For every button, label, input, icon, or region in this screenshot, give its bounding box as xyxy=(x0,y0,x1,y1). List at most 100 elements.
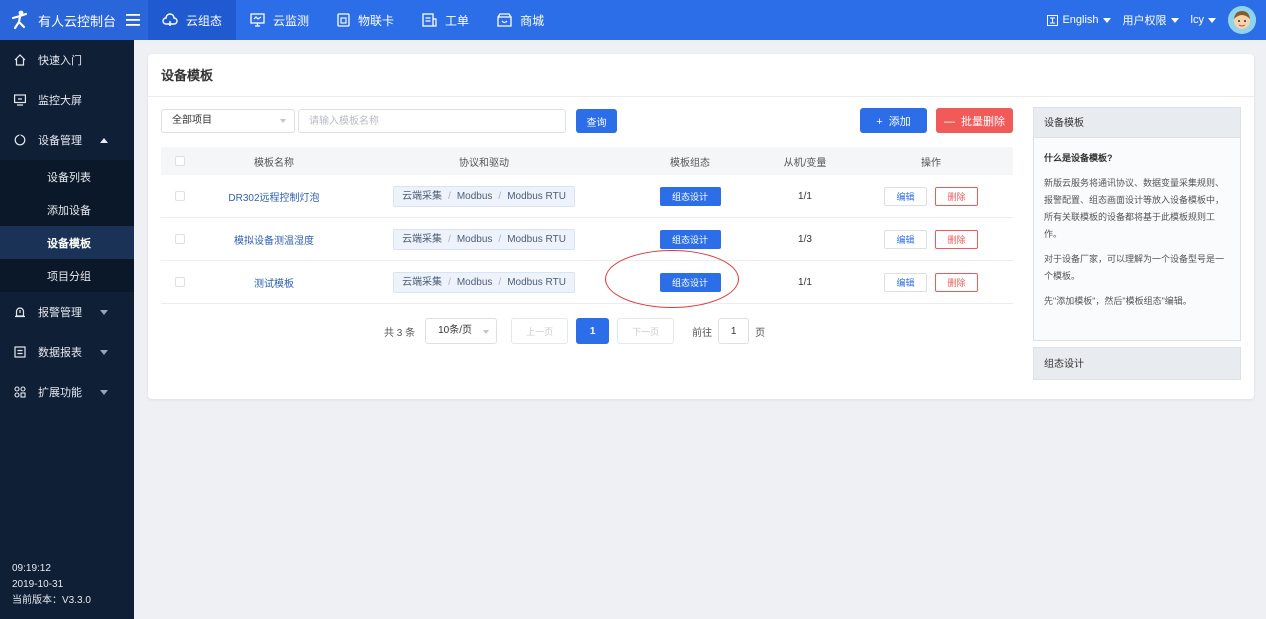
add-template-button[interactable]: + 添加 xyxy=(860,108,927,133)
top-bar: 有人云控制台 云组态 云监测 物联卡 工单 商城 English 用户权限 lc… xyxy=(0,0,1266,40)
edit-button[interactable]: 编辑 xyxy=(884,229,927,249)
sidebar-sub-label: 添加设备 xyxy=(47,204,91,217)
total-count: 共 3 条 xyxy=(384,327,416,339)
report-icon xyxy=(14,346,26,358)
extension-icon xyxy=(14,386,26,398)
sidebar-item-extensions[interactable]: 扩展功能 xyxy=(0,372,134,412)
design-button[interactable]: 组态设计 xyxy=(659,186,721,206)
chevron-down-icon xyxy=(100,349,108,355)
table-header: 模板名称 协议和驱动 模板组态 从机/变量 操作 xyxy=(161,147,1013,175)
template-table: 模板名称 协议和驱动 模板组态 从机/变量 操作 DR302远程控制灯泡 云端采… xyxy=(161,147,1013,308)
current-page-button[interactable]: 1 xyxy=(576,318,610,344)
row-checkbox[interactable] xyxy=(175,191,185,201)
sidebar-sub-label: 项目分组 xyxy=(47,270,91,283)
table-row: 测试模板 云端采集 / Modbus / Modbus RTU 组态设计 1/1 编辑删… xyxy=(161,261,1013,304)
template-name-link[interactable]: 测试模板 xyxy=(254,279,294,290)
sidebar-sub-device-template[interactable]: 设备模板 xyxy=(0,226,134,259)
sim-card-icon xyxy=(337,13,350,27)
help-question: 什么是设备模板? xyxy=(1044,153,1113,163)
brand-title: 有人云控制台 xyxy=(38,13,117,29)
select-all-checkbox[interactable] xyxy=(175,156,185,166)
version-label: 当前版本：V3.3.0 xyxy=(12,595,91,606)
protocol-part: Modbus xyxy=(456,190,493,202)
slave-variable-count: 1/3 xyxy=(798,233,812,245)
permissions-menu[interactable]: 用户权限 xyxy=(1123,12,1179,28)
slave-variable-count: 1/1 xyxy=(798,190,812,202)
sidebar-sub-project-group[interactable]: 项目分组 xyxy=(0,259,134,292)
brand[interactable]: 有人云控制台 xyxy=(0,0,148,40)
chevron-down-icon xyxy=(100,389,108,395)
help-title[interactable]: 设备模板 xyxy=(1033,107,1241,138)
nav-label: 商城 xyxy=(520,13,545,28)
nav-iot-card[interactable]: 物联卡 xyxy=(323,0,408,40)
help-content: 什么是设备模板? 新版云服务将通讯协议、数据变量采集规则、报警配置、组态画面设计… xyxy=(1033,138,1241,341)
current-time: 09:19:12 xyxy=(12,563,51,574)
menu-icon[interactable] xyxy=(126,14,141,26)
design-button[interactable]: 组态设计 xyxy=(659,229,721,249)
goto-page-input[interactable] xyxy=(718,318,750,344)
prev-page-button[interactable]: 上一页 xyxy=(511,318,569,344)
nav-label: 云组态 xyxy=(186,13,223,28)
delete-button[interactable]: 删除 xyxy=(935,272,978,292)
sidebar-footer: 09:19:12 2019-10-31 当前版本：V3.3.0 xyxy=(12,561,91,609)
sidebar-sub-label: 设备列表 xyxy=(47,171,91,184)
next-page-button[interactable]: 下一页 xyxy=(617,318,675,344)
help-design-section[interactable]: 组态设计 xyxy=(1033,347,1241,380)
sidebar-sub-add-device[interactable]: 添加设备 xyxy=(0,193,134,226)
header-template-name: 模板名称 xyxy=(254,157,294,169)
monitor-icon xyxy=(250,13,265,27)
protocol-part: Modbus RTU xyxy=(507,190,566,202)
edit-button[interactable]: 编辑 xyxy=(884,186,927,206)
nav-cloud-config[interactable]: 云组态 xyxy=(148,0,237,40)
top-right-menu: English 用户权限 lcy xyxy=(1035,0,1256,40)
work-order-icon xyxy=(422,13,437,27)
separator: / xyxy=(448,276,451,288)
edit-button[interactable]: 编辑 xyxy=(884,272,927,292)
nav-shop[interactable]: 商城 xyxy=(483,0,558,40)
pagination: 共 3 条 10条/页 上一页 1 下一页 前往 页 xyxy=(384,317,765,345)
page-size-select[interactable]: 10条/页 xyxy=(425,318,498,344)
delete-button[interactable]: 删除 xyxy=(935,229,978,249)
caret-down-icon xyxy=(1170,17,1179,23)
protocol-part: 云端采集 xyxy=(402,190,443,202)
sidebar-item-label: 设备管理 xyxy=(38,135,82,147)
avatar[interactable] xyxy=(1228,6,1256,34)
sidebar-item-device-management[interactable]: 设备管理 xyxy=(0,120,134,160)
filter-toolbar: 全部项目 查询 + 添加 — 批量删除 xyxy=(161,108,1013,134)
screen-icon xyxy=(14,94,26,106)
nav-cloud-monitor[interactable]: 云监测 xyxy=(236,0,323,40)
batch-delete-button[interactable]: — 批量删除 xyxy=(936,108,1013,133)
sidebar-item-label: 数据报表 xyxy=(38,347,82,359)
help-paragraph: 新版云服务将通讯协议、数据变量采集规则、报警配置、组态画面设计等放入设备模板中，… xyxy=(1044,178,1225,239)
header-operations: 操作 xyxy=(921,157,941,169)
project-select-value: 全部项目 xyxy=(172,115,212,126)
template-name-link[interactable]: 模拟设备测温湿度 xyxy=(234,236,314,247)
language-switch[interactable]: English xyxy=(1047,14,1111,26)
row-checkbox[interactable] xyxy=(175,277,185,287)
template-search-input[interactable] xyxy=(298,109,566,133)
project-select[interactable]: 全部项目 xyxy=(161,109,295,133)
table-row: 模拟设备测温湿度 云端采集 / Modbus / Modbus RTU 组态设计 1/3… xyxy=(161,218,1013,261)
page-size-value: 10条/页 xyxy=(438,325,473,336)
help-panel: 设备模板 什么是设备模板? 新版云服务将通讯协议、数据变量采集规则、报警配置、组… xyxy=(1033,107,1241,380)
query-button[interactable]: 查询 xyxy=(576,109,617,133)
sidebar-item-alarm-management[interactable]: 报警管理 xyxy=(0,292,134,332)
sidebar-item-data-report[interactable]: 数据报表 xyxy=(0,332,134,372)
sidebar-item-label: 监控大屏 xyxy=(38,95,82,107)
template-name-link[interactable]: DR302远程控制灯泡 xyxy=(228,193,319,204)
row-checkbox[interactable] xyxy=(175,234,185,244)
design-button[interactable]: 组态设计 xyxy=(659,272,721,292)
sidebar-item-big-screen[interactable]: 监控大屏 xyxy=(0,80,134,120)
sidebar-sub-device-list[interactable]: 设备列表 xyxy=(0,160,134,193)
language-label: English xyxy=(1062,14,1099,26)
protocol-part: 云端采集 xyxy=(402,233,443,245)
caret-down-icon xyxy=(1208,17,1216,23)
add-label: 添加 xyxy=(888,115,911,128)
current-date: 2019-10-31 xyxy=(12,579,64,590)
sidebar-item-quick-start[interactable]: 快速入门 xyxy=(0,40,134,80)
user-menu[interactable]: lcy xyxy=(1191,14,1216,26)
nav-label: 物联卡 xyxy=(358,13,395,28)
delete-button[interactable]: 删除 xyxy=(935,186,978,206)
nav-work-order[interactable]: 工单 xyxy=(408,0,483,40)
protocol-tag: 云端采集 / Modbus / Modbus RTU xyxy=(393,271,575,293)
